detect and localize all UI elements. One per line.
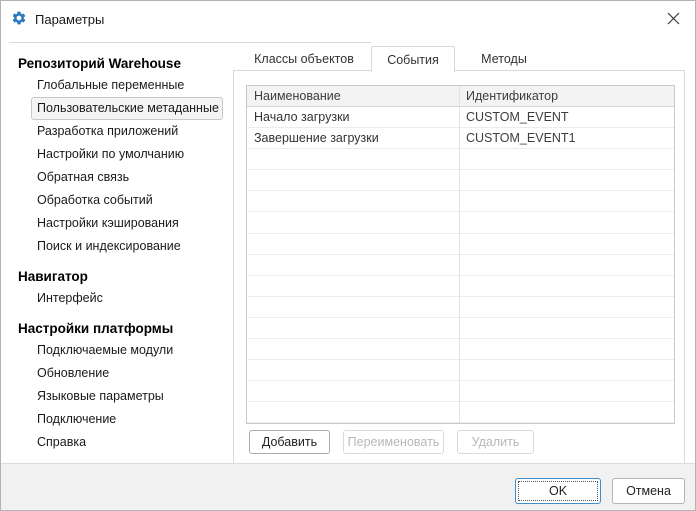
close-button[interactable]: [659, 5, 687, 31]
column-divider: [459, 86, 460, 423]
cell-name: Завершение загрузки: [247, 128, 459, 148]
table-row-empty[interactable]: [247, 149, 674, 170]
tab-object-classes[interactable]: Классы объектов: [246, 46, 362, 71]
sidebar-item-connection[interactable]: Подключение: [31, 408, 223, 431]
table-row-empty[interactable]: [247, 170, 674, 191]
table-row-empty[interactable]: [247, 191, 674, 212]
table-row-empty[interactable]: [247, 276, 674, 297]
table-row-empty[interactable]: [247, 212, 674, 233]
events-table: Наименование Идентификатор Начало загруз…: [246, 85, 675, 424]
sidebar-item-search-indexing[interactable]: Поиск и индексирование: [31, 235, 223, 258]
sidebar-item-user-metadata[interactable]: Пользовательские метаданные: [31, 97, 223, 120]
settings-dialog: Параметры Репозиторий Warehouse Глобальн…: [0, 0, 696, 511]
sidebar-header: Навигатор: [1, 267, 233, 287]
sidebar-nav: Репозиторий Warehouse Глобальные перемен…: [1, 45, 233, 463]
dialog-title: Параметры: [35, 12, 104, 27]
column-header-identifier[interactable]: Идентификатор: [459, 86, 674, 106]
gear-icon: [11, 10, 27, 26]
table-row[interactable]: Завершение загрузки CUSTOM_EVENT1: [247, 128, 674, 149]
sidebar-item-update[interactable]: Обновление: [31, 362, 223, 385]
add-button[interactable]: Добавить: [249, 430, 330, 454]
cell-identifier: CUSTOM_EVENT: [459, 107, 674, 127]
table-row-empty[interactable]: [247, 234, 674, 255]
table-row-empty[interactable]: [247, 255, 674, 276]
sidebar-header: Репозиторий Warehouse: [1, 54, 233, 74]
table-row-empty[interactable]: [247, 318, 674, 339]
delete-button[interactable]: Удалить: [457, 430, 534, 454]
sidebar-item-caching[interactable]: Настройки кэширования: [31, 212, 223, 235]
sidebar-item-plugins[interactable]: Подключаемые модули: [31, 339, 223, 362]
table-row-empty[interactable]: [247, 381, 674, 402]
column-header-name[interactable]: Наименование: [247, 86, 459, 106]
sidebar-section-navigator: Навигатор Интерфейс: [1, 267, 233, 310]
sidebar-item-help[interactable]: Справка: [31, 431, 223, 454]
cell-identifier: CUSTOM_EVENT1: [459, 128, 674, 148]
dialog-footer: OK Отмена: [1, 463, 695, 510]
table-row-empty[interactable]: [247, 297, 674, 318]
table-empty-rows: [247, 149, 674, 423]
sidebar-item-language[interactable]: Языковые параметры: [31, 385, 223, 408]
ok-button[interactable]: OK: [515, 478, 601, 504]
sidebar-header: Настройки платформы: [1, 319, 233, 339]
sidebar-item-interface[interactable]: Интерфейс: [31, 287, 223, 310]
sidebar-section-platform: Настройки платформы Подключаемые модули …: [1, 319, 233, 454]
title-separator: [9, 42, 371, 43]
table-row-empty[interactable]: [247, 402, 674, 423]
sidebar-item-global-variables[interactable]: Глобальные переменные: [31, 74, 223, 97]
sidebar-item-feedback[interactable]: Обратная связь: [31, 166, 223, 189]
sidebar-item-app-development[interactable]: Разработка приложений: [31, 120, 223, 143]
cancel-button[interactable]: Отмена: [612, 478, 685, 504]
table-header-row: Наименование Идентификатор: [247, 86, 674, 107]
sidebar-item-event-handling[interactable]: Обработка событий: [31, 189, 223, 212]
tab-events[interactable]: События: [371, 46, 455, 72]
table-row-empty[interactable]: [247, 339, 674, 360]
sidebar-item-default-settings[interactable]: Настройки по умолчанию: [31, 143, 223, 166]
close-icon: [667, 12, 680, 25]
sidebar-section-warehouse: Репозиторий Warehouse Глобальные перемен…: [1, 54, 233, 258]
rename-button[interactable]: Переименовать: [343, 430, 444, 454]
table-row[interactable]: Начало загрузки CUSTOM_EVENT: [247, 107, 674, 128]
table-row-empty[interactable]: [247, 360, 674, 381]
tab-methods[interactable]: Методы: [464, 46, 544, 71]
cell-name: Начало загрузки: [247, 107, 459, 127]
tab-strip: Классы объектов События Методы: [246, 46, 544, 71]
title-bar: Параметры: [1, 1, 695, 42]
